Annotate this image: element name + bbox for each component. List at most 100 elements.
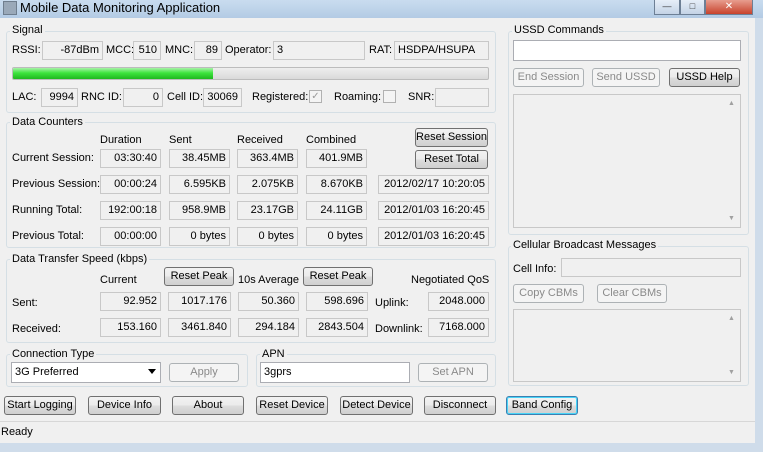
running-total-combined: 24.11GB — [306, 201, 367, 220]
received-speed-label: Received: — [12, 323, 61, 335]
sent-current-speed: 92.952 — [100, 292, 161, 311]
received-avg-speed: 294.184 — [238, 318, 299, 337]
current-session-received: 363.4MB — [237, 149, 298, 168]
mnc-field: 89 — [194, 41, 222, 60]
status-text: Ready — [1, 426, 33, 438]
registered-checkbox[interactable]: ✓ — [309, 90, 322, 103]
previous-session-combined: 8.670KB — [306, 175, 367, 194]
detect-device-button[interactable]: Detect Device — [340, 396, 413, 415]
transfer-speed-title: Data Transfer Speed (kbps) — [10, 253, 150, 265]
current-session-sent: 38.45MB — [169, 149, 230, 168]
roaming-checkbox[interactable] — [383, 90, 396, 103]
band-config-button[interactable]: Band Config — [506, 396, 578, 415]
ussd-help-button[interactable]: USSD Help — [669, 68, 740, 87]
mnc-label: MNC: — [165, 44, 194, 56]
title-bar: Mobile Data Monitoring Application — □ ✕ — [0, 0, 763, 18]
scroll-up-icon[interactable]: ▲ — [723, 95, 740, 112]
app-window: Mobile Data Monitoring Application — □ ✕… — [0, 0, 763, 452]
scroll-down-icon[interactable]: ▼ — [723, 210, 740, 227]
running-total-received: 23.17GB — [237, 201, 298, 220]
reset-device-button[interactable]: Reset Device — [256, 396, 328, 415]
current-session-combined: 401.9MB — [306, 149, 367, 168]
counter-row-label: Running Total: — [12, 204, 83, 216]
scroll-down-icon[interactable]: ▼ — [723, 364, 740, 381]
start-logging-button[interactable]: Start Logging — [4, 396, 76, 415]
operator-label: Operator: — [225, 44, 272, 56]
app-icon — [3, 1, 17, 15]
scroll-up-icon[interactable]: ▲ — [723, 310, 740, 327]
end-session-button[interactable]: End Session — [513, 68, 584, 87]
ussd-title: USSD Commands — [512, 24, 606, 36]
connection-type-title: Connection Type — [10, 348, 97, 360]
current-speed-header: Current — [100, 274, 137, 286]
signal-strength-fill — [13, 68, 213, 79]
snr-label: SNR: — [408, 91, 435, 103]
received-current-speed: 153.160 — [100, 318, 161, 337]
rat-label: RAT: — [369, 44, 393, 56]
running-total-sent: 958.9MB — [169, 201, 230, 220]
counter-row-label: Previous Session: — [12, 178, 101, 190]
sent-speed-label: Sent: — [12, 297, 38, 309]
copy-cbms-button[interactable]: Copy CBMs — [513, 284, 584, 303]
reset-avg-peak-button[interactable]: Reset Peak — [303, 267, 373, 286]
rssi-label: RSSI: — [12, 44, 41, 56]
previous-total-combined: 0 bytes — [306, 227, 367, 246]
uplink-field: 2048.000 — [428, 292, 489, 311]
reset-session-button[interactable]: Reset Session — [415, 128, 488, 147]
previous-session-sent: 6.595KB — [169, 175, 230, 194]
downlink-label: Downlink: — [375, 323, 423, 335]
previous-session-duration: 00:00:24 — [100, 175, 161, 194]
received-peak-speed: 3461.840 — [168, 318, 231, 337]
reset-peak-button[interactable]: Reset Peak — [164, 267, 234, 286]
cell-id-label: Cell ID: — [167, 91, 204, 103]
previous-total-date: 2012/01/03 16:20:45 — [378, 227, 489, 246]
reset-total-button[interactable]: Reset Total — [415, 150, 488, 169]
roaming-label: Roaming: — [334, 91, 382, 103]
previous-total-sent: 0 bytes — [169, 227, 230, 246]
sent-avg-speed: 50.360 — [238, 292, 299, 311]
current-session-duration: 03:30:40 — [100, 149, 161, 168]
data-counters-title: Data Counters — [10, 116, 85, 128]
lac-field: 9994 — [41, 88, 78, 107]
cbm-title: Cellular Broadcast Messages — [511, 239, 659, 251]
operator-field: 3 — [273, 41, 365, 60]
apn-title: APN — [260, 348, 287, 360]
rnc-id-field: 0 — [123, 88, 163, 107]
close-button[interactable]: ✕ — [705, 0, 753, 15]
cbm-message-area[interactable]: ▲ ▼ — [513, 309, 741, 382]
disconnect-button[interactable]: Disconnect — [424, 396, 496, 415]
running-total-duration: 192:00:18 — [100, 201, 161, 220]
cell-info-field — [561, 258, 741, 277]
sent-peak-speed: 1017.176 — [168, 292, 231, 311]
counter-row-label: Previous Total: — [12, 230, 84, 242]
cell-info-label: Cell Info: — [513, 263, 557, 275]
received-header: Received — [237, 134, 283, 146]
about-button[interactable]: About — [172, 396, 244, 415]
combined-header: Combined — [306, 134, 357, 146]
chevron-down-icon — [148, 369, 156, 374]
connection-type-value: 3G Preferred — [15, 366, 79, 378]
rssi-field: -87dBm — [42, 41, 103, 60]
cbm-scrollbar[interactable]: ▲ ▼ — [723, 310, 740, 381]
ussd-command-input[interactable] — [513, 40, 741, 61]
previous-session-received: 2.075KB — [237, 175, 298, 194]
device-info-button[interactable]: Device Info — [88, 396, 161, 415]
previous-session-date: 2012/02/17 10:20:05 — [378, 175, 489, 194]
minimize-button[interactable]: — — [654, 0, 680, 15]
duration-header: Duration — [100, 134, 142, 146]
apply-button[interactable]: Apply — [169, 363, 239, 382]
sent-avg-peak-speed: 598.696 — [306, 292, 368, 311]
avg-speed-header: 10s Average — [238, 274, 299, 286]
ussd-scrollbar[interactable]: ▲ ▼ — [723, 95, 740, 227]
set-apn-button[interactable]: Set APN — [418, 363, 488, 382]
uplink-label: Uplink: — [375, 297, 409, 309]
negotiated-qos-header: Negotiated QoS — [411, 274, 490, 286]
apn-input[interactable]: 3gprs — [260, 362, 410, 383]
send-ussd-button[interactable]: Send USSD — [592, 68, 660, 87]
clear-cbms-button[interactable]: Clear CBMs — [597, 284, 667, 303]
registered-label: Registered: — [252, 91, 309, 103]
maximize-button[interactable]: □ — [680, 0, 705, 15]
window-edge-bottom — [0, 443, 763, 452]
ussd-response-area[interactable]: ▲ ▼ — [513, 94, 741, 228]
connection-type-select[interactable]: 3G Preferred — [11, 362, 161, 383]
